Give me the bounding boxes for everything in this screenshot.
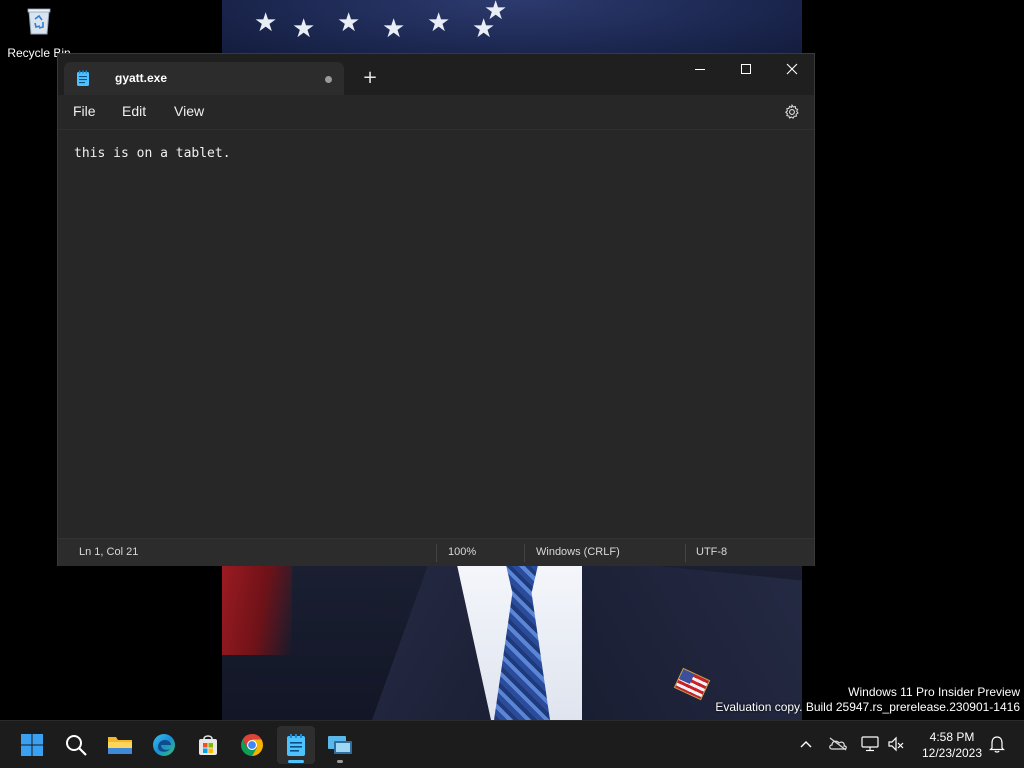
file-explorer-icon: [108, 737, 132, 754]
store-button[interactable]: [189, 726, 227, 764]
chrome-icon: [241, 734, 263, 756]
volume-button[interactable]: [885, 733, 907, 755]
unsaved-indicator-icon[interactable]: [325, 76, 332, 83]
clock[interactable]: 4:58 PM 12/23/2023: [915, 729, 989, 761]
clock-date: 12/23/2023: [921, 746, 983, 760]
menu-edit[interactable]: Edit: [122, 103, 146, 119]
volume-icon: [888, 736, 904, 752]
remote-desktop-icon: [328, 736, 352, 754]
notepad-taskbar-button[interactable]: [277, 726, 315, 764]
network-button[interactable]: [859, 733, 881, 755]
maximize-button[interactable]: [723, 54, 769, 84]
status-divider: [436, 544, 437, 562]
active-indicator: [288, 760, 304, 763]
status-zoom[interactable]: 100%: [448, 546, 476, 558]
running-indicator: [337, 760, 343, 763]
network-icon: [861, 736, 879, 752]
maximize-icon: [741, 64, 751, 74]
desktop: ★ ★ ★ ★ ★ ★ ★ Recycle Bin gyatt.exe + Fi…: [0, 0, 1024, 768]
recycle-bin-icon: [27, 8, 51, 35]
wallpaper-flag-red: [222, 565, 292, 655]
gear-icon: [785, 104, 799, 119]
minimize-button[interactable]: [677, 54, 723, 84]
status-bar: Ln 1, Col 21 100% Windows (CRLF) UTF-8: [58, 538, 814, 566]
evaluation-watermark: Windows 11 Pro Insider Preview Evaluatio…: [715, 685, 1020, 715]
start-icon: [21, 734, 43, 756]
status-divider: [685, 544, 686, 562]
search-button[interactable]: [57, 726, 95, 764]
search-icon: [66, 735, 87, 756]
notifications-button[interactable]: [986, 733, 1008, 755]
status-line-ending[interactable]: Windows (CRLF): [536, 546, 620, 558]
notepad-icon: [77, 70, 89, 86]
menu-bar: File Edit View: [58, 95, 814, 129]
text-editor[interactable]: this is on a tablet.: [58, 129, 814, 537]
title-bar[interactable]: gyatt.exe +: [58, 54, 814, 95]
start-button[interactable]: [13, 726, 51, 764]
chrome-button[interactable]: [233, 726, 271, 764]
onedrive-icon: [829, 737, 847, 751]
bell-icon: [989, 736, 1005, 753]
notepad-window: gyatt.exe + File Edit View this is on a …: [57, 53, 815, 566]
status-position: Ln 1, Col 21: [79, 546, 139, 558]
edge-icon: [153, 734, 175, 756]
desktop-icon-recycle-bin[interactable]: Recycle Bin: [2, 4, 76, 60]
remote-desktop-button[interactable]: [321, 726, 359, 764]
status-divider: [524, 544, 525, 562]
clock-time: 4:58 PM: [929, 730, 975, 744]
tab-gyatt[interactable]: gyatt.exe: [64, 62, 344, 95]
minimize-icon: [695, 69, 705, 70]
edge-button[interactable]: [145, 726, 183, 764]
close-button[interactable]: [769, 54, 815, 84]
watermark-line-2: Evaluation copy. Build 25947.rs_prerelea…: [715, 700, 1020, 714]
chevron-up-icon: [800, 741, 812, 748]
status-encoding[interactable]: UTF-8: [696, 546, 727, 558]
wallpaper-flag-stars: ★ ★ ★ ★ ★ ★ ★: [222, 0, 802, 60]
settings-button[interactable]: [780, 101, 804, 123]
editor-content[interactable]: this is on a tablet.: [74, 146, 231, 161]
close-icon: [786, 63, 798, 75]
show-hidden-icons-button[interactable]: [795, 733, 817, 755]
tab-title: gyatt.exe: [115, 71, 168, 85]
menu-file[interactable]: File: [73, 103, 96, 119]
taskbar: 4:58 PM 12/23/2023: [0, 720, 1024, 768]
store-icon: [199, 735, 217, 755]
watermark-line-1: Windows 11 Pro Insider Preview: [848, 685, 1020, 699]
new-tab-button[interactable]: +: [356, 67, 384, 91]
file-explorer-button[interactable]: [101, 726, 139, 764]
onedrive-button[interactable]: [827, 733, 849, 755]
menu-view[interactable]: View: [174, 103, 204, 119]
notepad-icon: [287, 734, 305, 756]
